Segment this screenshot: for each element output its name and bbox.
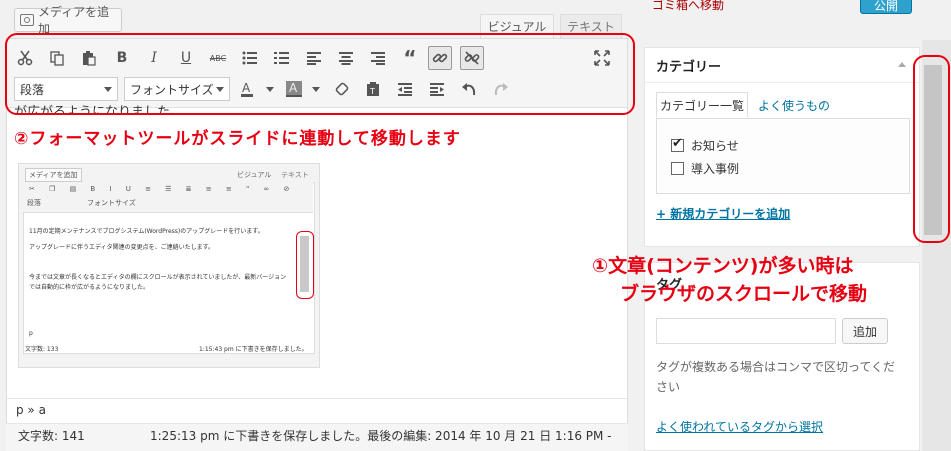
- add-media-button[interactable]: メディアを追加: [14, 5, 122, 36]
- thumb-toolbar: ✂ ❐ ▤ B I U ≡ ☰ ≣ ≡ ≡ " ∞ ⊘ 段落 フォントサイズ: [23, 182, 313, 213]
- thumb-line-3: 今までは文章が長くなるとエディタの欄にスクロールが表示されていましたが、最新バー…: [29, 274, 287, 281]
- tags-hint: タグが複数ある場合はコンマで区切ってください: [656, 360, 896, 394]
- word-count: 文字数: 141: [18, 429, 85, 443]
- collapse-arrow-icon[interactable]: [898, 62, 906, 67]
- annotation-scrollbar-highlight: [913, 55, 950, 243]
- status-divider: [7, 398, 627, 399]
- tab-popular-categories[interactable]: よく使うもの: [758, 97, 830, 114]
- add-media-label: メディアを追加: [37, 5, 110, 36]
- thumb-tab-visual: ビジュアル: [237, 171, 272, 179]
- category-checkbox-1[interactable]: [671, 162, 684, 175]
- category-title: カテゴリー: [656, 60, 722, 75]
- thumb-tab-text: テキスト: [281, 171, 309, 179]
- thumb-word-count: 文字数: 133: [25, 346, 59, 353]
- category-label-1: 導入事例: [691, 162, 740, 176]
- media-camera-icon: [20, 14, 34, 26]
- example-screenshot: メディアを追加 ビジュアル テキスト ✂ ❐ ▤ B I U ≡ ☰ ≣ ≡ ≡…: [18, 163, 320, 368]
- category-label-0: お知らせ: [691, 139, 739, 153]
- choose-popular-tags-link[interactable]: よく使われているタグから選択: [656, 418, 823, 435]
- publish-button[interactable]: 公開: [860, 0, 912, 14]
- category-list: お知らせ 導入事例: [656, 118, 910, 194]
- tag-input[interactable]: [656, 318, 836, 344]
- element-path: p » a: [16, 403, 46, 417]
- annotation-note-2: ②フォーマットツールがスライドに連動して移動します: [14, 129, 461, 149]
- thumb-line-2: アップグレードに伴うエディタ関連の変更点を、ご連絡いたします。: [29, 244, 214, 251]
- move-to-trash-link[interactable]: ゴミ箱へ移動: [652, 0, 724, 13]
- tab-all-categories[interactable]: カテゴリー一覧: [656, 92, 748, 118]
- category-divider: [645, 82, 919, 83]
- editor-content-text[interactable]: が広がるようになりました。: [14, 101, 183, 113]
- add-new-category-link[interactable]: + 新規カテゴリーを追加: [656, 205, 790, 222]
- annotation-note-1-line-2: ブラウザのスクロールで移動: [620, 283, 868, 305]
- thumb-media-button: メディアを追加: [25, 168, 82, 182]
- annotation-note-1-line-1: ①文章(コンテンツ)が多い時は: [592, 255, 854, 277]
- thumb-format-select: 段落: [27, 199, 41, 207]
- thumb-scroll-highlight: [296, 231, 314, 299]
- thumb-line-1: 11月の定期メンテナンスでブログシステム(WordPress)のアップグレードを…: [29, 228, 264, 235]
- autosave-status: 1:25:13 pm に下書きを保存しました。最後の編集: 2014 年 10 …: [150, 429, 612, 443]
- thumb-line-4: では自動的に枠が広がるようになりました。: [29, 284, 150, 291]
- thumb-path: p: [29, 330, 33, 337]
- thumb-fontsize-select: フォントサイズ: [87, 199, 136, 207]
- thumb-toolbar-icons: ✂ ❐ ▤ B I U ≡ ☰ ≣ ≡ ≡ " ∞ ⊘: [29, 185, 296, 193]
- add-tag-button[interactable]: 追加: [842, 318, 888, 344]
- category-checkbox-0[interactable]: [671, 136, 684, 152]
- thumb-saved-status: 1:15:43 pm に下書きを保存しました。: [199, 346, 308, 353]
